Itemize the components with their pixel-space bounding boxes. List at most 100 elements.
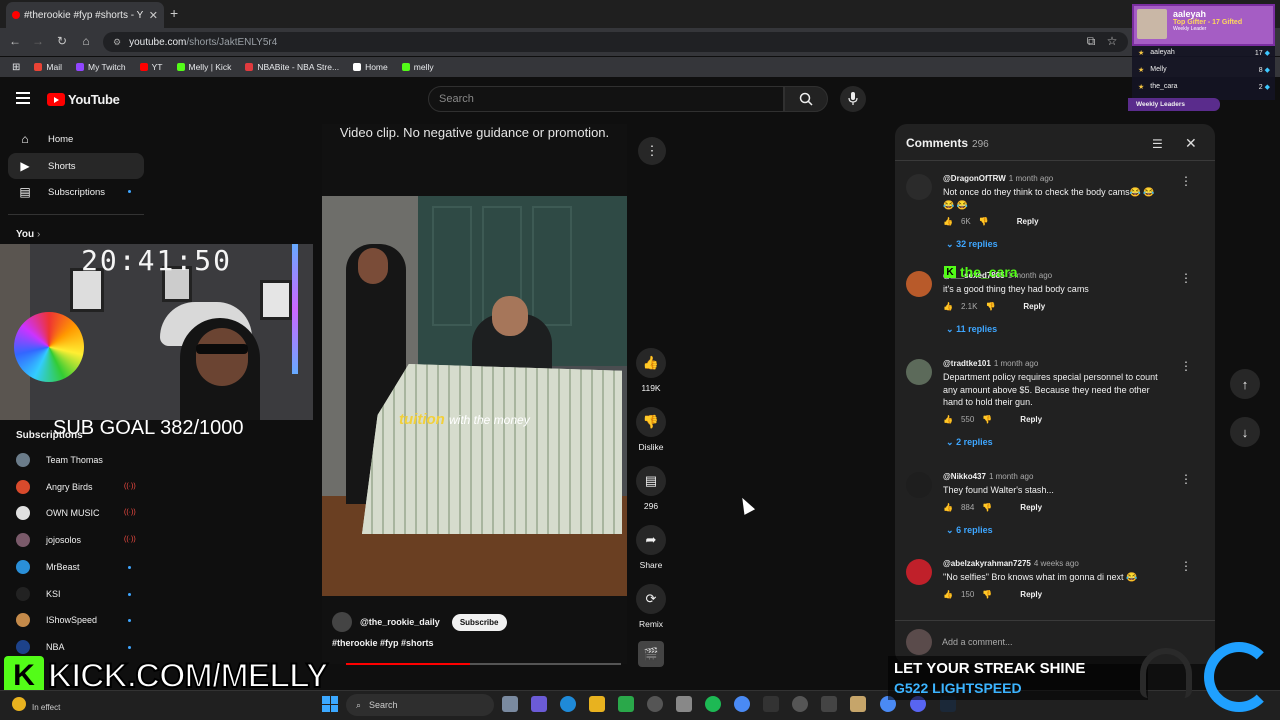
view-replies-button[interactable]: ⌄ 32 replies	[946, 239, 998, 250]
reply-button[interactable]: Reply	[1017, 217, 1039, 226]
commenter-avatar[interactable]	[906, 559, 932, 585]
thumbs-down-icon[interactable]: 👎	[982, 590, 992, 599]
thumbs-down-icon[interactable]: 👎	[982, 503, 992, 512]
more-options-icon[interactable]: ⋮	[1180, 174, 1192, 188]
channel-avatar[interactable]	[332, 612, 352, 632]
edge-icon[interactable]	[560, 696, 576, 712]
thumbs-up-icon[interactable]: 👍	[943, 590, 953, 599]
view-replies-button[interactable]: ⌄ 2 replies	[946, 437, 993, 448]
subscribe-button[interactable]: Subscribe	[451, 613, 507, 631]
home-icon[interactable]: ⌂	[79, 34, 93, 48]
hamburger-menu-icon[interactable]	[16, 92, 30, 104]
thumbs-up-icon[interactable]: 👍	[943, 503, 953, 512]
like-button[interactable]: 👍 119K	[636, 348, 666, 393]
thumbs-down-icon[interactable]: 👎	[982, 415, 992, 424]
apps-grid-icon[interactable]: ⊞	[12, 62, 20, 73]
remix-button[interactable]: ⟳ Remix	[636, 584, 666, 629]
commenter-avatar[interactable]	[906, 359, 932, 385]
spotify-icon[interactable]	[705, 696, 721, 712]
media-icon[interactable]	[792, 696, 808, 712]
app-icon[interactable]	[676, 696, 692, 712]
comment-author[interactable]: @tradtke101 1 month ago	[943, 359, 1038, 368]
reply-button[interactable]: Reply	[1020, 503, 1042, 512]
previous-short-button[interactable]: ↑	[1230, 369, 1260, 399]
address-bar[interactable]: ⚙ youtube.com/shorts/JaktENLY5r4	[103, 32, 1128, 52]
install-app-icon[interactable]: ⧉	[1084, 34, 1098, 49]
comment-author[interactable]: @abelzakyrahman7275 4 weeks ago	[943, 559, 1079, 568]
thumbs-down-icon[interactable]: 👎	[979, 217, 989, 226]
share-button[interactable]: ➦ Share	[636, 525, 666, 570]
commenter-avatar[interactable]	[906, 174, 932, 200]
commenter-avatar[interactable]	[906, 271, 932, 297]
commenter-avatar[interactable]	[906, 472, 932, 498]
obs-icon[interactable]	[647, 696, 663, 712]
app-icon[interactable]	[821, 696, 837, 712]
taskbar-search[interactable]: ⌕ Search	[346, 694, 494, 716]
search-input[interactable]: Search	[428, 86, 784, 112]
thumbs-down-icon[interactable]: 👎	[985, 302, 995, 311]
subscription-item[interactable]: NBA	[16, 637, 146, 657]
comment-author[interactable]: @DragonOfTRW 1 month ago	[943, 174, 1053, 183]
thumbs-up-icon[interactable]: 👍	[943, 217, 953, 226]
copilot-icon[interactable]	[531, 696, 547, 712]
weather-icon[interactable]	[12, 697, 26, 711]
sidebar-you-heading[interactable]: You ›	[16, 229, 40, 240]
file-explorer-icon[interactable]	[589, 696, 605, 712]
browser-tab[interactable]: #therookie #fyp #shorts - Y ✕	[6, 2, 164, 28]
bookmark-item[interactable]: My Twitch	[75, 62, 126, 72]
site-info-icon[interactable]: ⚙	[113, 37, 121, 48]
forward-arrow-icon[interactable]: →	[31, 34, 45, 48]
new-tab-icon[interactable]: +	[170, 5, 178, 21]
app-icon[interactable]	[763, 696, 779, 712]
gift-icon: ◆	[1264, 84, 1270, 91]
more-options-icon[interactable]: ⋮	[1180, 559, 1192, 573]
comments-button[interactable]: ▤ 296	[636, 466, 666, 511]
thumbs-up-icon[interactable]: 👍	[943, 415, 953, 424]
more-options-icon[interactable]: ⋮	[1180, 472, 1192, 486]
youtube-logo[interactable]: YouTube	[47, 92, 120, 107]
view-replies-button[interactable]: ⌄ 11 replies	[946, 324, 997, 335]
search-button[interactable]	[784, 86, 828, 112]
voice-search-button[interactable]	[840, 86, 866, 112]
comment-author[interactable]: @Nikko437 1 month ago	[943, 472, 1033, 481]
app-icon[interactable]	[850, 696, 866, 712]
bookmark-item[interactable]: Home	[353, 62, 388, 72]
short-hashtags[interactable]: #therookie #fyp #shorts	[332, 638, 434, 648]
reply-button[interactable]: Reply	[1023, 302, 1045, 311]
back-arrow-icon[interactable]: ←	[8, 34, 22, 48]
subscription-item[interactable]: IShowSpeed	[16, 610, 146, 630]
sort-icon[interactable]: ☰	[1152, 137, 1163, 151]
more-options-icon[interactable]: ⋮	[1180, 271, 1192, 285]
sidebar-item-home[interactable]: ⌂ Home	[8, 126, 144, 152]
sidebar-item-subscriptions[interactable]: ▤ Subscriptions	[8, 179, 144, 205]
close-icon[interactable]: ✕	[1185, 135, 1197, 152]
bookmark-item[interactable]: Melly | Kick	[176, 62, 231, 72]
channel-name[interactable]: @the_rookie_daily	[360, 617, 440, 627]
more-options-icon[interactable]: ⋮	[638, 137, 666, 165]
bookmark-item[interactable]: NBABite - NBA Stre...	[245, 62, 339, 72]
bookmark-item[interactable]: Mail	[34, 62, 62, 72]
bookmark-item[interactable]: melly	[401, 62, 434, 72]
bookmark-item[interactable]: YT	[139, 62, 163, 72]
sidebar-item-shorts[interactable]: ▶ Shorts	[8, 153, 144, 179]
subscription-item[interactable]: Team Thomas	[16, 450, 146, 470]
chrome-icon[interactable]	[734, 696, 750, 712]
dislike-button[interactable]: 👎 Dislike	[636, 407, 666, 452]
subscription-item[interactable]: KSI	[16, 584, 146, 604]
xbox-icon[interactable]	[618, 696, 634, 712]
subscription-item[interactable]: MrBeast	[16, 557, 146, 577]
windows-start-icon[interactable]	[322, 696, 338, 712]
close-tab-icon[interactable]: ✕	[149, 9, 158, 22]
task-view-icon[interactable]	[502, 696, 518, 712]
thumbs-up-icon[interactable]: 👍	[943, 302, 953, 311]
view-replies-button[interactable]: ⌄ 6 replies	[946, 525, 993, 536]
bookmark-star-icon[interactable]: ☆	[1105, 34, 1119, 48]
reload-icon[interactable]: ↻	[55, 34, 69, 48]
reply-button[interactable]: Reply	[1020, 415, 1042, 424]
short-video-frame[interactable]	[322, 196, 627, 596]
clapperboard-icon[interactable]: 🎬	[638, 641, 664, 667]
more-options-icon[interactable]: ⋮	[1180, 359, 1192, 373]
next-short-button[interactable]: ↓	[1230, 417, 1260, 447]
add-comment-input[interactable]: Add a comment...	[942, 637, 1013, 647]
reply-button[interactable]: Reply	[1020, 590, 1042, 599]
